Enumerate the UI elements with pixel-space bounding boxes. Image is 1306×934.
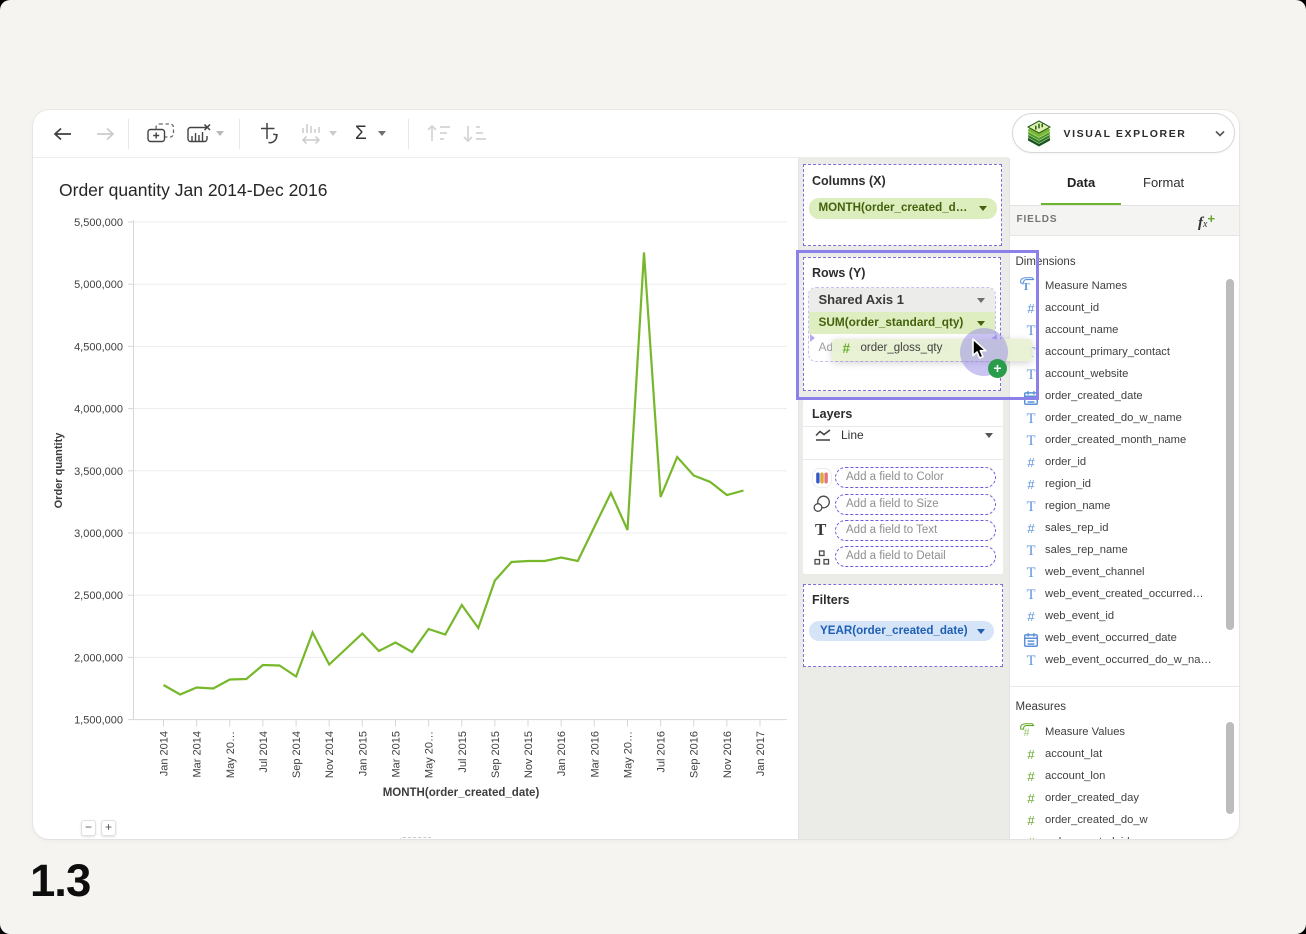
svg-text:Jan 2017: Jan 2017 [755,731,767,776]
svg-text:Jan 2016: Jan 2016 [556,731,568,776]
svg-text:3,500,000: 3,500,000 [74,466,123,478]
svg-text:Sep 2016: Sep 2016 [689,731,701,778]
svg-text:Jul 2016: Jul 2016 [656,731,668,773]
svg-text:#: # [1024,727,1030,738]
svg-text:Nov 2015: Nov 2015 [523,731,535,778]
svg-text:2,000,000: 2,000,000 [74,652,123,664]
svg-text:Mar 2016: Mar 2016 [589,731,601,777]
svg-text:1,500,000: 1,500,000 [74,715,123,727]
svg-text:3,000,000: 3,000,000 [74,528,123,540]
svg-text:May 20…: May 20… [623,731,635,778]
svg-text:Sep 2014: Sep 2014 [291,731,303,778]
svg-text:Sep 2015: Sep 2015 [490,731,502,778]
svg-text:Mar 2014: Mar 2014 [192,731,204,777]
svg-text:May 20…: May 20… [424,731,436,778]
svg-text:Order quantity: Order quantity [53,432,65,509]
svg-text:Nov 2016: Nov 2016 [722,731,734,778]
svg-text:Nov 2014: Nov 2014 [324,731,336,778]
svg-text:5,500,000: 5,500,000 [74,217,123,229]
svg-text:2,500,000: 2,500,000 [74,590,123,602]
svg-text:May 20…: May 20… [225,731,237,778]
svg-text:5,000,000: 5,000,000 [74,279,123,291]
svg-text:MONTH(order_created_date): MONTH(order_created_date) [383,787,540,799]
svg-text:4,000,000: 4,000,000 [74,404,123,416]
svg-text:Order quantity Jan 2014-Dec 20: Order quantity Jan 2014-Dec 2016 [59,180,328,200]
svg-text:Jul 2014: Jul 2014 [258,731,270,773]
svg-text:Mar 2015: Mar 2015 [391,731,403,777]
svg-text:4,500,000: 4,500,000 [74,341,123,353]
svg-text:Jul 2015: Jul 2015 [457,731,469,773]
svg-text:Jan 2014: Jan 2014 [159,731,171,776]
svg-text:Jan 2015: Jan 2015 [357,731,369,776]
